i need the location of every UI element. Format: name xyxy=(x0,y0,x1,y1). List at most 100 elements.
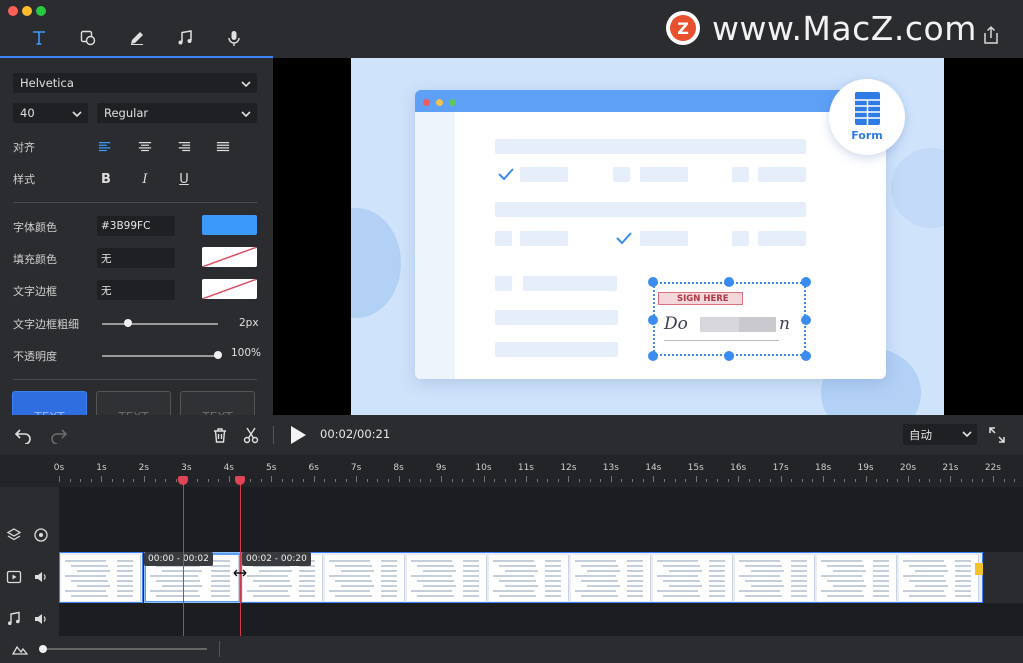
underline-button[interactable]: U xyxy=(176,171,192,187)
opacity-slider[interactable] xyxy=(102,355,218,357)
thumbnail-detail xyxy=(493,590,534,592)
trash-icon[interactable] xyxy=(211,426,229,444)
thumbnail-detail xyxy=(669,585,702,587)
ruler-tick-label: 9s xyxy=(435,463,447,473)
thumbnail-detail xyxy=(116,585,134,587)
ruler-tick-label: 12s xyxy=(560,463,577,473)
thumbnail-detail xyxy=(626,565,644,567)
ruler-tick xyxy=(992,476,994,482)
ruler-tick xyxy=(886,479,888,482)
play-icon[interactable] xyxy=(288,424,308,446)
align-center-icon[interactable] xyxy=(137,139,153,155)
thumbnail-detail xyxy=(581,595,618,597)
font-color-hex-field[interactable]: #3B99FC xyxy=(97,216,175,236)
video-clip[interactable] xyxy=(59,552,143,603)
thumbnail-detail xyxy=(663,580,700,582)
italic-button[interactable]: I xyxy=(137,171,153,187)
thumbnail-detail xyxy=(341,570,374,572)
text-preset-2[interactable]: TEXT xyxy=(96,391,171,415)
resize-handle[interactable] xyxy=(801,351,811,361)
font-size-select[interactable]: 40 xyxy=(13,103,88,123)
ruler-tick xyxy=(844,479,846,482)
ruler-tick xyxy=(791,479,793,482)
thumbnail-detail xyxy=(626,560,644,562)
thumbnail-detail xyxy=(335,595,372,597)
resize-handle[interactable] xyxy=(801,277,811,287)
thumbnail-detail xyxy=(954,575,972,577)
fill-color-swatch[interactable] xyxy=(202,247,257,267)
shape-tool-tab[interactable] xyxy=(68,20,108,56)
speaker-icon[interactable] xyxy=(33,569,49,585)
font-family-select[interactable]: Helvetica xyxy=(13,73,257,93)
bold-button[interactable]: B xyxy=(98,171,114,187)
thumbnail-detail xyxy=(341,585,374,587)
record-tool-tab[interactable] xyxy=(214,20,254,56)
align-right-icon[interactable] xyxy=(176,139,192,155)
redo-icon[interactable] xyxy=(50,426,68,444)
text-preset-3[interactable]: TEXT xyxy=(180,391,255,415)
thumbnail-detail xyxy=(708,580,726,582)
visibility-icon[interactable] xyxy=(33,527,49,543)
thumbnail-detail xyxy=(210,565,230,567)
ruler-tick xyxy=(908,476,909,482)
text-border-swatch[interactable] xyxy=(202,279,257,299)
ruler-tick-label: 18s xyxy=(815,463,832,473)
border-width-slider-thumb[interactable] xyxy=(123,319,132,327)
resize-handle[interactable] xyxy=(801,315,811,325)
ruler-tick xyxy=(568,476,570,482)
thumbnail-detail xyxy=(739,560,780,562)
ruler-tick xyxy=(419,479,421,482)
thumbnail-detail xyxy=(575,590,616,592)
text-tool-tab[interactable] xyxy=(19,20,59,56)
speaker-icon[interactable] xyxy=(33,611,49,627)
resize-handle[interactable] xyxy=(648,315,658,325)
thumbnail-detail xyxy=(210,575,230,577)
thumbnail-detail xyxy=(954,590,972,592)
thumbnail-detail xyxy=(462,595,480,597)
opacity-slider-thumb[interactable] xyxy=(214,351,222,359)
thumbnail-detail xyxy=(462,560,480,562)
thumbnail-detail xyxy=(587,585,620,587)
scissors-icon[interactable] xyxy=(242,426,260,444)
zoom-window-button[interactable] xyxy=(36,6,46,16)
resize-handle[interactable] xyxy=(648,351,658,361)
timeline-ruler[interactable]: 0s 1s 2s 3s 4s 5s 6s 7s 8s 9s 10s 11s 12s 13s 14s 15s 16… xyxy=(0,455,1023,487)
minimize-window-button[interactable] xyxy=(22,6,32,16)
chevron-down-icon xyxy=(72,111,82,118)
timeline-zoom-slider[interactable] xyxy=(43,648,207,650)
ruler-tick xyxy=(929,479,931,482)
align-left-icon[interactable] xyxy=(97,139,113,155)
export-icon[interactable] xyxy=(982,25,1000,45)
border-width-slider[interactable] xyxy=(102,323,218,325)
font-weight-select[interactable]: Regular xyxy=(97,103,257,123)
thumbnail-detail xyxy=(915,585,948,587)
thumbnail-detail xyxy=(903,590,944,592)
music-tool-tab[interactable] xyxy=(165,20,205,56)
thumbnail-detail xyxy=(827,565,864,567)
timeline-zoom-slider-thumb[interactable] xyxy=(39,645,47,653)
resize-handle[interactable] xyxy=(724,351,734,361)
ruler-tick xyxy=(356,476,358,482)
timeline-zoom-select[interactable]: 自动 xyxy=(903,424,977,445)
font-color-swatch[interactable] xyxy=(202,215,257,235)
fill-color-field[interactable]: 无 xyxy=(97,248,175,268)
resize-handle[interactable] xyxy=(724,277,734,287)
text-preset-1[interactable]: TEXT xyxy=(12,391,87,415)
fullscreen-icon[interactable] xyxy=(988,426,1006,444)
video-clip[interactable] xyxy=(241,552,983,603)
resize-handle[interactable] xyxy=(648,277,658,287)
undo-icon[interactable] xyxy=(14,426,32,444)
pen-tool-tab[interactable] xyxy=(117,20,157,56)
thumbnail-detail xyxy=(915,570,948,572)
playback-controls: 00:02/00:21 自动 xyxy=(0,415,1023,455)
thumbnail-detail xyxy=(380,570,398,572)
layers-icon[interactable] xyxy=(6,527,22,543)
ruler-tick xyxy=(175,479,177,482)
sign-here-tag: SIGN HERE xyxy=(658,292,743,305)
ruler-tick xyxy=(695,476,697,482)
align-justify-icon[interactable] xyxy=(215,139,231,155)
preview-canvas[interactable]: Form SIGN HERE Do n xyxy=(351,58,944,415)
text-border-field[interactable]: 无 xyxy=(97,280,175,300)
thumbnail-detail xyxy=(708,560,726,562)
close-window-button[interactable] xyxy=(8,6,18,16)
